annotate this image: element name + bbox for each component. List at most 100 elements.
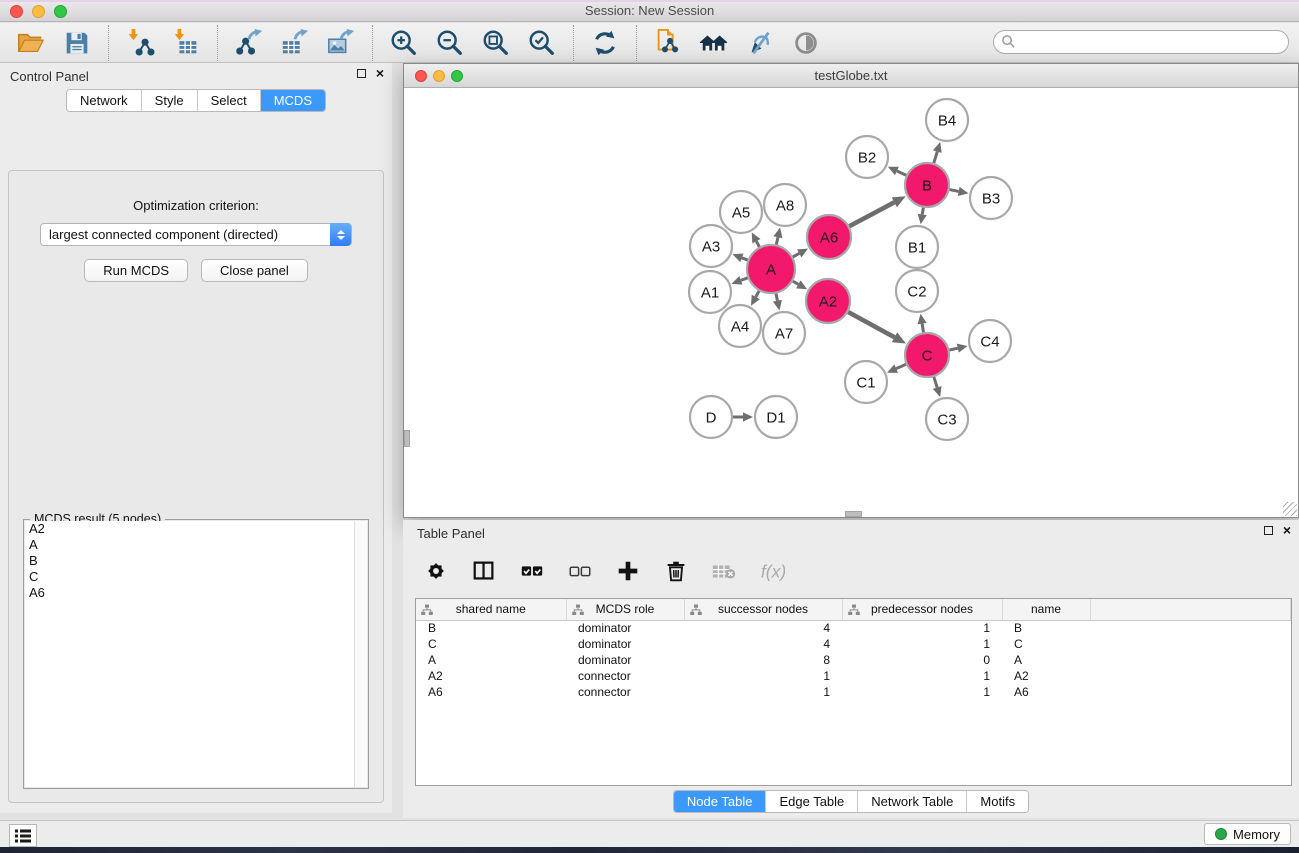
window-resize-grip[interactable] — [1283, 502, 1297, 516]
import-network-icon — [125, 28, 155, 58]
column-header-successor-nodes[interactable]: successor nodes — [684, 599, 842, 620]
function-builder-button: f(x) — [757, 556, 787, 586]
run-mcds-button[interactable]: Run MCDS — [84, 259, 188, 282]
edge-arrow-A-A1 — [732, 276, 743, 285]
edge-C-C1[interactable] — [896, 364, 906, 368]
network-window-titlebar[interactable]: testGlobe.txt — [404, 64, 1298, 88]
edge-A-A2[interactable] — [793, 281, 799, 284]
edge-B-B3[interactable] — [950, 190, 959, 192]
table-row-C[interactable]: Cdominator41C — [416, 636, 1291, 652]
network-horizontal-scrollbar[interactable] — [845, 511, 862, 517]
node-label-A8: A8 — [776, 197, 794, 214]
search-container — [993, 30, 1289, 54]
zoom-selected-button[interactable] — [525, 26, 559, 60]
close-panel-icon[interactable]: × — [376, 68, 384, 79]
column-header-shared-name[interactable]: shared name — [416, 599, 566, 620]
table-row-A6[interactable]: A6connector11A6 — [416, 684, 1291, 700]
zoom-out-button[interactable] — [433, 26, 467, 60]
select-all-rows-button[interactable] — [517, 556, 547, 586]
edge-arrow-B-B4 — [933, 142, 942, 153]
export-image-button[interactable] — [324, 26, 358, 60]
node-label-A3: A3 — [702, 238, 720, 255]
network-from-file-button[interactable] — [651, 26, 685, 60]
edge-C-C2[interactable] — [922, 324, 923, 333]
tab-select[interactable]: Select — [198, 90, 261, 111]
edge-B-B4[interactable] — [934, 152, 938, 163]
edge-A-A3[interactable] — [742, 258, 748, 260]
result-list-item[interactable]: A — [25, 537, 367, 553]
edge-arrow-B-B3 — [958, 187, 969, 196]
show-graphics-details-button[interactable] — [789, 26, 823, 60]
tab-network[interactable]: Network — [67, 90, 142, 111]
show-panels-button[interactable] — [9, 824, 37, 847]
result-scrollbar[interactable] — [354, 521, 367, 787]
float-table-panel-icon[interactable] — [1264, 526, 1273, 535]
open-session-icon — [16, 28, 46, 58]
import-network-button[interactable] — [123, 26, 157, 60]
edge-A-A6[interactable] — [793, 253, 799, 256]
hide-annotations-button[interactable] — [743, 26, 777, 60]
edge-A6-B[interactable] — [849, 202, 894, 226]
create-column-button[interactable] — [613, 556, 643, 586]
desktop-background — [0, 847, 1299, 853]
export-network-button[interactable] — [232, 26, 266, 60]
delete-columns-button[interactable] — [661, 556, 691, 586]
delete-table-button — [709, 556, 739, 586]
edge-A-A8[interactable] — [776, 237, 778, 244]
open-session-button[interactable] — [14, 26, 48, 60]
close-panel-button[interactable]: Close panel — [201, 259, 308, 282]
tab-motifs[interactable]: Motifs — [967, 791, 1028, 812]
network-vertical-scrollbar[interactable] — [404, 430, 410, 447]
edge-A-A4[interactable] — [756, 291, 759, 297]
show-hide-columns-button[interactable] — [469, 556, 499, 586]
table-options-gear-button[interactable] — [421, 556, 451, 586]
edge-A-A7[interactable] — [776, 293, 777, 300]
column-header-name[interactable]: name — [1002, 599, 1090, 620]
home-view-button[interactable] — [697, 26, 731, 60]
edge-C-C3[interactable] — [934, 377, 937, 388]
zoom-fit-button[interactable] — [479, 26, 513, 60]
edge-A-A1[interactable] — [741, 278, 748, 281]
close-table-panel-icon[interactable]: × — [1283, 525, 1291, 536]
criterion-select[interactable]: largest connected component (directed) — [40, 223, 352, 246]
result-list-item[interactable]: C — [25, 569, 367, 585]
status-bar: Memory — [0, 820, 1299, 847]
main-toolbar — [0, 23, 1299, 63]
result-list-item[interactable]: A2 — [25, 521, 367, 537]
tab-network-table[interactable]: Network Table — [858, 791, 967, 812]
export-table-button[interactable] — [278, 26, 312, 60]
memory-button[interactable]: Memory — [1204, 823, 1291, 845]
node-label-A6: A6 — [820, 229, 838, 246]
mcds-result-list[interactable]: A2ABCA6 — [25, 521, 367, 787]
table-panel: Table Panel × f(x) shared name MCDS role… — [403, 520, 1299, 818]
edge-B-B2[interactable] — [897, 171, 906, 175]
column-header-predecessor-nodes[interactable]: predecessor nodes — [842, 599, 1002, 620]
tab-style[interactable]: Style — [142, 90, 198, 111]
edge-A-A5[interactable] — [756, 241, 759, 247]
search-input[interactable] — [993, 30, 1289, 54]
tab-edge-table[interactable]: Edge Table — [766, 791, 858, 812]
column-header-MCDS-role[interactable]: MCDS role — [566, 599, 684, 620]
table-toolbar: f(x) — [413, 550, 1293, 592]
network-graph[interactable]: B4B2BB3A8A5A6A3B1AA1C2A2A4A7C4CC1DD1C3 — [404, 88, 1298, 517]
edge-A2-C[interactable] — [848, 312, 894, 337]
deselect-all-rows-button[interactable] — [565, 556, 595, 586]
table-row-B[interactable]: Bdominator41B — [416, 620, 1291, 636]
refresh-view-button[interactable] — [588, 26, 622, 60]
node-label-C: C — [922, 347, 933, 364]
table-row-A2[interactable]: A2connector11A2 — [416, 668, 1291, 684]
float-panel-icon[interactable] — [357, 69, 366, 78]
result-list-item[interactable]: B — [25, 553, 367, 569]
zoom-in-button[interactable] — [387, 26, 421, 60]
edge-C-C4[interactable] — [949, 348, 957, 350]
table-row-A[interactable]: Adominator80A — [416, 652, 1291, 668]
save-session-button[interactable] — [60, 26, 94, 60]
import-table-button[interactable] — [169, 26, 203, 60]
result-list-item[interactable]: A6 — [25, 585, 367, 601]
toolbar-group — [372, 25, 573, 61]
tab-node-table[interactable]: Node Table — [674, 791, 767, 812]
tab-mcds[interactable]: MCDS — [261, 90, 325, 111]
edge-B-B1[interactable] — [922, 208, 923, 215]
export-image-icon — [326, 28, 356, 58]
network-canvas[interactable]: B4B2BB3A8A5A6A3B1AA1C2A2A4A7C4CC1DD1C3 — [404, 88, 1298, 517]
